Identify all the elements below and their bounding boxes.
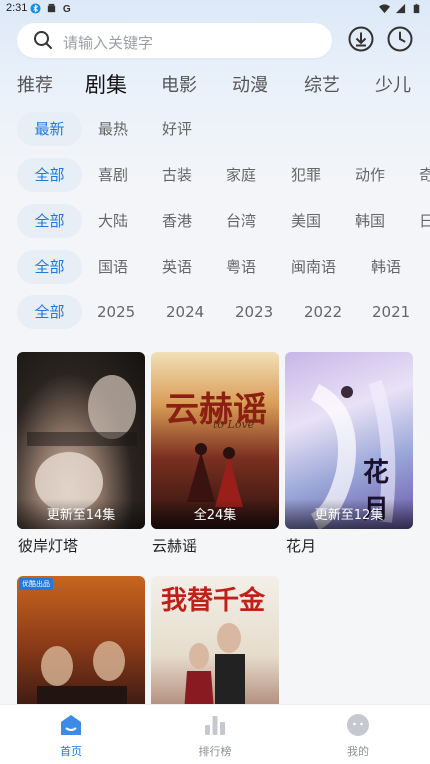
filter-chip[interactable]: 韩语 (371, 250, 401, 284)
tab-series[interactable]: 剧集 (85, 69, 127, 99)
nav-profile[interactable]: 我的 (318, 713, 398, 759)
poster-image[interactable]: 花月 更新至12集 (285, 352, 413, 529)
status-right-icons (379, 3, 422, 14)
filter-chip[interactable]: 粤语 (226, 250, 256, 284)
episode-badge: 更新至14集 (17, 499, 145, 529)
filter-chip[interactable]: 全部 (17, 250, 82, 284)
poster-image[interactable]: 更新至14集 (17, 352, 145, 529)
filter-chip[interactable]: 2025 (97, 295, 135, 329)
filter-chip[interactable]: 日 (419, 204, 430, 238)
google-icon: G (63, 4, 71, 14)
tab-variety[interactable]: 综艺 (304, 71, 340, 97)
signal-icon (395, 3, 406, 14)
episode-badge: 全24集 (151, 499, 279, 529)
filter-chip[interactable]: 美国 (291, 204, 321, 238)
filter-chip[interactable]: 2022 (304, 295, 342, 329)
search-input-placeholder[interactable]: 请输入关键字 (63, 32, 153, 53)
filter-row-region: 全部 大陆 香港 台湾 美国 韩国 日 (0, 204, 430, 238)
svg-text:G: G (63, 4, 71, 14)
nav-home[interactable]: 首页 (31, 713, 111, 759)
search-bar[interactable]: 请输入关键字 (17, 23, 332, 58)
filter-chip[interactable]: 家庭 (226, 158, 256, 192)
filter-chip[interactable]: 2024 (166, 295, 204, 329)
filter-chip[interactable]: 韩国 (355, 204, 385, 238)
filter-row-language: 全部 国语 英语 粤语 闽南语 韩语 (0, 250, 430, 284)
filter-chip[interactable]: 犯罪 (291, 158, 321, 192)
nav-ranking[interactable]: 排行榜 (175, 713, 255, 759)
status-bar: 2:31 G (0, 0, 430, 18)
nav-home-label: 首页 (60, 745, 82, 758)
filter-row-genre: 全部 喜剧 古装 家庭 犯罪 动作 奇 (0, 158, 430, 192)
filter-chip[interactable]: 最热 (98, 112, 128, 146)
show-title[interactable]: 花月 (286, 535, 316, 556)
poster-tag: 优酷出品 (19, 578, 53, 590)
poster-image[interactable]: 云赫谣 to Love 全24集 (151, 352, 279, 529)
filter-chip[interactable]: 英语 (162, 250, 192, 284)
search-icon (34, 31, 52, 49)
bottom-nav: 首页 排行榜 我的 (0, 704, 430, 764)
show-title[interactable]: 彼岸灯塔 (18, 535, 78, 556)
ranking-icon (205, 716, 225, 735)
filter-chip[interactable]: 香港 (162, 204, 192, 238)
filter-chip[interactable]: 全部 (17, 158, 82, 192)
tab-movies[interactable]: 电影 (161, 71, 197, 97)
history-clock-icon[interactable] (387, 26, 413, 52)
filter-chip[interactable]: 最新 (17, 112, 82, 146)
filter-chip[interactable]: 全部 (17, 204, 82, 238)
filter-row-year: 全部 2025 2024 2023 2022 2021 (0, 295, 430, 329)
status-time: 2:31 (6, 2, 28, 14)
wifi-icon (379, 4, 390, 14)
tab-recommend[interactable]: 推荐 (17, 71, 53, 97)
home-icon (61, 715, 81, 735)
card-icon (47, 3, 56, 13)
show-title[interactable]: 云赫谣 (152, 535, 197, 556)
nav-profile-label: 我的 (347, 745, 369, 758)
filter-chip[interactable]: 国语 (98, 250, 128, 284)
battery-icon (413, 3, 420, 14)
filter-chip[interactable]: 动作 (355, 158, 385, 192)
filter-chip[interactable]: 2021 (372, 295, 410, 329)
filter-chip[interactable]: 大陆 (98, 204, 128, 238)
bluetooth-icon (30, 3, 41, 14)
nav-ranking-label: 排行榜 (198, 745, 232, 758)
tab-kids[interactable]: 少儿 (375, 71, 411, 97)
filter-chip[interactable]: 全部 (17, 295, 82, 329)
filter-chip[interactable]: 好评 (162, 112, 192, 146)
download-icon[interactable] (348, 26, 374, 52)
filter-chip[interactable]: 闽南语 (291, 250, 336, 284)
filter-chip[interactable]: 台湾 (226, 204, 256, 238)
filter-chip[interactable]: 奇 (419, 158, 430, 192)
category-tabs: 推荐 剧集 电影 动漫 综艺 少儿 (0, 68, 430, 102)
episode-badge: 更新至12集 (285, 499, 413, 529)
profile-icon (347, 714, 369, 736)
status-left-icons: G (30, 3, 73, 14)
filter-row-sort: 最新 最热 好评 (0, 112, 430, 146)
filter-chip[interactable]: 2023 (235, 295, 273, 329)
filter-chip[interactable]: 喜剧 (98, 158, 128, 192)
filter-chip[interactable]: 古装 (162, 158, 192, 192)
tab-anime[interactable]: 动漫 (232, 71, 268, 97)
